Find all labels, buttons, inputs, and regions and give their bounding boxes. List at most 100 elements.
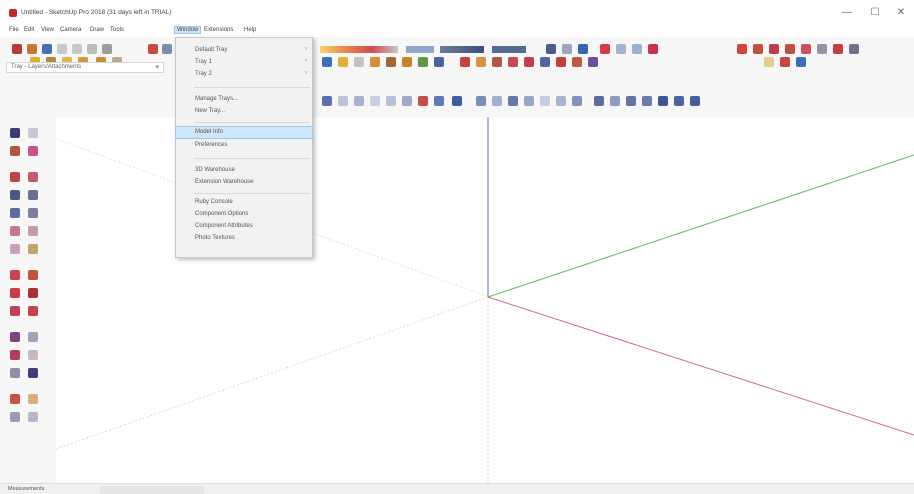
- house-3-icon[interactable]: [524, 96, 534, 106]
- front-view-icon[interactable]: [354, 96, 364, 106]
- house-5-icon[interactable]: [556, 96, 566, 106]
- menu-preferences[interactable]: Preferences: [176, 140, 312, 151]
- tape-tool-icon[interactable]: [10, 332, 20, 342]
- section-cut-icon[interactable]: [632, 44, 642, 54]
- menu-component-options[interactable]: Component Options: [176, 209, 312, 220]
- follow-me-tool-icon[interactable]: [28, 288, 38, 298]
- move-tool-icon[interactable]: [10, 270, 20, 280]
- flip-edge-icon[interactable]: [817, 44, 827, 54]
- arc-icon[interactable]: [10, 226, 20, 236]
- group-icon[interactable]: [562, 44, 572, 54]
- orbit-icon[interactable]: [322, 57, 332, 67]
- select-icon[interactable]: [10, 128, 20, 138]
- house-6-icon[interactable]: [572, 96, 582, 106]
- terrain-icon[interactable]: [849, 44, 859, 54]
- warehouse-icon[interactable]: [648, 44, 658, 54]
- left-view-icon[interactable]: [402, 96, 412, 106]
- xray-icon[interactable]: [764, 57, 774, 67]
- style-monochrome-icon[interactable]: [690, 96, 700, 106]
- house-4-icon[interactable]: [540, 96, 550, 106]
- measurements-input[interactable]: [100, 486, 204, 494]
- style-wireframe-icon[interactable]: [626, 96, 636, 106]
- menu-default-tray[interactable]: Default Tray ›: [176, 45, 312, 56]
- sun-slider[interactable]: [492, 46, 526, 53]
- sandbox-icon[interactable]: [737, 44, 747, 54]
- menu-component-attributes[interactable]: Component Attributes: [176, 221, 312, 232]
- iso-view-icon[interactable]: [322, 96, 332, 106]
- component-icon[interactable]: [546, 44, 556, 54]
- menu-photo-textures[interactable]: Photo Textures: [176, 233, 312, 244]
- pan-icon[interactable]: [338, 57, 348, 67]
- zoom-icon[interactable]: [354, 57, 364, 67]
- protractor-icon[interactable]: [572, 57, 582, 67]
- orbit-tool-icon[interactable]: [10, 394, 20, 404]
- menu-tray-2[interactable]: Tray 2 ›: [176, 69, 312, 80]
- menu-manage-trays[interactable]: Manage Trays...: [176, 94, 312, 105]
- move-icon[interactable]: [460, 57, 470, 67]
- eraser-icon[interactable]: [28, 146, 38, 156]
- stamp-icon[interactable]: [769, 44, 779, 54]
- new-file-icon[interactable]: [12, 44, 22, 54]
- line-icon[interactable]: [10, 172, 20, 182]
- previous-view-icon[interactable]: [402, 57, 412, 67]
- menu-view[interactable]: View: [41, 27, 54, 33]
- menu-edit[interactable]: Edit: [24, 27, 34, 33]
- camera-icon[interactable]: [162, 44, 172, 54]
- menu-extensions[interactable]: Extensions: [204, 27, 233, 33]
- house-1-icon[interactable]: [492, 96, 502, 106]
- perspective-icon[interactable]: [434, 96, 444, 106]
- redo-icon[interactable]: [72, 44, 82, 54]
- pan-tool-icon[interactable]: [28, 394, 38, 404]
- circle-icon[interactable]: [10, 208, 20, 218]
- section-plane-icon[interactable]: [600, 44, 610, 54]
- tape-measure-icon[interactable]: [556, 57, 566, 67]
- parallel-icon[interactable]: [452, 96, 462, 106]
- drape-icon[interactable]: [785, 44, 795, 54]
- add-detail-icon[interactable]: [833, 44, 843, 54]
- smoove-icon[interactable]: [753, 44, 763, 54]
- wireframe-icon[interactable]: [796, 57, 806, 67]
- style-hidden-line-icon[interactable]: [642, 96, 652, 106]
- dimension-tool-icon[interactable]: [28, 332, 38, 342]
- undo-icon[interactable]: [57, 44, 67, 54]
- style-back-edges-icon[interactable]: [610, 96, 620, 106]
- fog-slider[interactable]: [440, 46, 484, 53]
- back-edges-icon[interactable]: [780, 57, 790, 67]
- paint-icon[interactable]: [148, 44, 158, 54]
- rectangle-icon[interactable]: [10, 190, 20, 200]
- menu-help[interactable]: Help: [244, 27, 256, 33]
- rotated-rectangle-icon[interactable]: [28, 190, 38, 200]
- scale-icon[interactable]: [524, 57, 534, 67]
- two-point-arc-icon[interactable]: [28, 226, 38, 236]
- pie-icon[interactable]: [28, 244, 38, 254]
- axes-icon[interactable]: [588, 57, 598, 67]
- menu-draw[interactable]: Draw: [90, 27, 104, 33]
- section-display-icon[interactable]: [616, 44, 626, 54]
- zoom-window-icon[interactable]: [370, 57, 380, 67]
- menu-camera[interactable]: Camera: [60, 27, 81, 33]
- top-view-icon[interactable]: [338, 96, 348, 106]
- style-xray-icon[interactable]: [594, 96, 604, 106]
- make-component-icon[interactable]: [28, 128, 38, 138]
- rotate-icon[interactable]: [492, 57, 502, 67]
- print-icon[interactable]: [87, 44, 97, 54]
- menu-window[interactable]: Window: [173, 26, 202, 34]
- menu-tray-1[interactable]: Tray 1 ›: [176, 57, 312, 68]
- polygon-icon[interactable]: [28, 208, 38, 218]
- follow-me-icon[interactable]: [508, 57, 518, 67]
- walk-icon[interactable]: [434, 57, 444, 67]
- scale-tool-icon[interactable]: [10, 306, 20, 316]
- axes-tool-icon[interactable]: [10, 368, 20, 378]
- save-icon[interactable]: [42, 44, 52, 54]
- house-2-icon[interactable]: [508, 96, 518, 106]
- position-camera-icon[interactable]: [418, 57, 428, 67]
- offset-tool-icon[interactable]: [28, 306, 38, 316]
- close-button[interactable]: ✕: [888, 6, 914, 20]
- offset-icon[interactable]: [540, 57, 550, 67]
- 3d-text-tool-icon[interactable]: [28, 368, 38, 378]
- style-icon[interactable]: [578, 44, 588, 54]
- shadow-time-slider[interactable]: [320, 46, 398, 53]
- text-tool-icon[interactable]: [28, 350, 38, 360]
- style-shaded-icon[interactable]: [658, 96, 668, 106]
- model-info-icon[interactable]: [102, 44, 112, 54]
